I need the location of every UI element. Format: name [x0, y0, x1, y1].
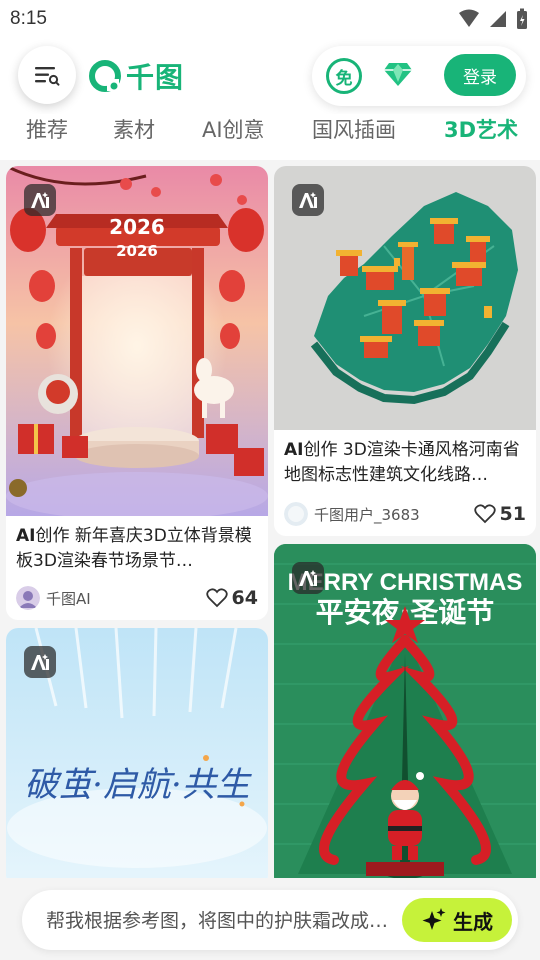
heart-icon	[473, 504, 496, 524]
menu-search-icon	[35, 67, 60, 86]
card-title-ai: AI	[284, 440, 304, 460]
vip-button[interactable]	[382, 60, 414, 92]
logo-text: 千图	[126, 61, 185, 94]
ai-badge-icon	[31, 654, 49, 670]
image-text: 2026	[116, 242, 158, 260]
feed-card[interactable]: MERRY CHRISTMAS 平安夜·圣诞节	[274, 544, 536, 888]
author-name: 千图用户_3683	[314, 505, 420, 524]
feed-card[interactable]: 2026 2026 AI创作 新年喜庆3D立体背景模板3D渲染春节场景节… 千图…	[6, 166, 268, 620]
avatar	[16, 586, 40, 610]
status-time: 8:15	[10, 8, 47, 29]
card-title-text: 创作 3D渲染卡通风格河南省地图标志性建筑文化线路…	[284, 440, 520, 485]
app-logo: 千图	[88, 56, 184, 96]
tab-guofeng[interactable]: 国风插画	[312, 114, 396, 144]
header-actions: 免 登录	[312, 46, 526, 106]
ai-badge	[24, 184, 56, 216]
card-meta: 千图AI 64	[16, 584, 258, 612]
image-text: 破茧·启航·共生	[24, 765, 253, 805]
menu-button[interactable]	[18, 46, 76, 104]
sparkle-icon	[422, 908, 446, 930]
signal-icon	[490, 11, 506, 27]
card-title-text: 创作 新年喜庆3D立体背景模板3D渲染春节场景节…	[16, 526, 252, 571]
generate-label: 生成	[453, 909, 493, 934]
status-bar: 8:15	[0, 0, 540, 38]
card-title: AI创作 新年喜庆3D立体背景模板3D渲染春节场景节…	[16, 524, 260, 574]
like-count: 51	[499, 503, 526, 525]
card-title-ai: AI	[16, 526, 36, 546]
category-tabs: 推荐 素材 AI创意 国风插画 3D艺术	[0, 114, 540, 160]
prompt-input[interactable]: 帮我根据参考图，将图中的护肤霜改成… 生成	[22, 890, 518, 950]
prompt-text: 帮我根据参考图，将图中的护肤霜改成…	[46, 910, 389, 932]
like-count: 64	[231, 587, 258, 609]
author-name: 千图AI	[46, 589, 91, 608]
tab-recommend[interactable]: 推荐	[26, 114, 68, 144]
battery-icon	[517, 8, 527, 29]
login-button[interactable]: 登录	[444, 54, 516, 96]
ai-badge	[24, 646, 56, 678]
ai-badge-icon	[299, 570, 317, 586]
logo-icon	[89, 60, 121, 92]
heart-icon	[205, 588, 228, 608]
free-button[interactable]: 免	[326, 58, 362, 94]
app-header: 千图 免 登录	[0, 38, 540, 114]
ai-badge-icon	[299, 192, 317, 208]
ai-badge	[292, 562, 324, 594]
status-icons	[458, 8, 528, 30]
feed-card[interactable]: AI创作 3D渲染卡通风格河南省地图标志性建筑文化线路… 千图用户_3683 5…	[274, 166, 536, 536]
tab-3d-art[interactable]: 3D艺术	[444, 114, 518, 144]
ai-badge-icon	[31, 192, 49, 208]
card-meta: 千图用户_3683 51	[284, 500, 526, 528]
image-text: 2026	[109, 215, 165, 239]
like-button[interactable]: 64	[205, 587, 258, 609]
generate-button[interactable]: 生成	[402, 898, 512, 942]
wifi-icon	[459, 9, 479, 27]
card-image-new-year: 2026 2026	[6, 166, 268, 516]
ai-badge	[292, 184, 324, 216]
prompt-bar: 帮我根据参考图，将图中的护肤霜改成… 生成	[0, 878, 540, 960]
feed-card[interactable]: 破茧·启航·共生	[6, 628, 268, 888]
tab-materials[interactable]: 素材	[113, 114, 155, 144]
avatar	[284, 502, 308, 526]
tab-ai-creative[interactable]: AI创意	[202, 114, 265, 144]
diamond-icon	[384, 63, 412, 86]
like-button[interactable]: 51	[473, 503, 526, 525]
card-title: AI创作 3D渲染卡通风格河南省地图标志性建筑文化线路…	[284, 438, 530, 488]
card-image-christmas: MERRY CHRISTMAS 平安夜·圣诞节	[274, 544, 536, 888]
